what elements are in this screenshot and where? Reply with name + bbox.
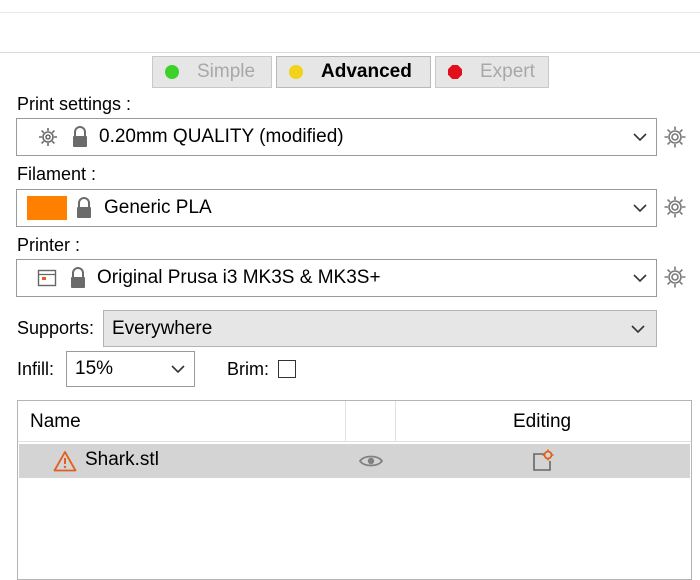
column-divider <box>395 401 396 441</box>
object-name: Shark.stl <box>85 449 159 470</box>
chevron-down-icon[interactable] <box>630 198 650 218</box>
object-list-header: Name Editing <box>18 401 691 442</box>
yellow-dot-icon <box>289 65 303 79</box>
color-swatch <box>27 196 67 220</box>
cog-icon <box>37 126 59 148</box>
printer-label: Printer : <box>17 235 81 255</box>
print-settings-combo[interactable]: 0.20mm QUALITY (modified) <box>16 118 657 156</box>
divider <box>0 12 700 13</box>
mode-expert-label: Expert <box>480 61 535 82</box>
infill-combo[interactable]: 15% <box>66 351 195 387</box>
object-list[interactable]: Name Editing Shark.stl <box>17 400 692 580</box>
brim-label: Brim: <box>227 359 269 379</box>
printer-value: Original Prusa i3 MK3S & MK3S+ <box>97 267 381 288</box>
eye-icon[interactable] <box>359 453 383 469</box>
print-settings-label: Print settings : <box>17 94 132 114</box>
top-toolbar-area <box>0 0 700 53</box>
mode-advanced-label: Advanced <box>321 61 412 82</box>
infill-value: 15% <box>75 358 114 379</box>
settings-gear-icon[interactable] <box>663 125 687 149</box>
lock-icon <box>69 267 87 289</box>
mode-advanced-button[interactable]: Advanced <box>276 56 431 88</box>
settings-gear-icon[interactable] <box>663 265 687 289</box>
filament-label: Filament : <box>17 164 97 184</box>
mode-simple-label: Simple <box>197 61 256 82</box>
printer-combo[interactable]: Original Prusa i3 MK3S & MK3S+ <box>16 259 657 297</box>
filament-combo[interactable]: Generic PLA <box>16 189 657 227</box>
supports-combo[interactable]: Everywhere <box>103 310 657 347</box>
infill-label: Infill: <box>17 359 55 379</box>
supports-label: Supports: <box>17 318 95 338</box>
mode-expert-button[interactable]: Expert <box>435 56 549 88</box>
print-settings-value: 0.20mm QUALITY (modified) <box>99 126 344 147</box>
table-row[interactable]: Shark.stl <box>19 444 690 478</box>
chevron-down-icon[interactable] <box>168 359 188 379</box>
settings-gear-icon[interactable] <box>663 195 687 219</box>
chevron-down-icon[interactable] <box>628 319 648 339</box>
lock-icon <box>75 197 93 219</box>
mode-simple-button[interactable]: Simple <box>152 56 272 88</box>
column-editing-header[interactable]: Editing <box>513 411 571 433</box>
chevron-down-icon[interactable] <box>630 268 650 288</box>
lock-icon <box>71 126 89 148</box>
column-name-header[interactable]: Name <box>30 411 81 433</box>
brim-checkbox[interactable] <box>278 360 296 378</box>
supports-value: Everywhere <box>112 317 213 339</box>
edit-settings-icon[interactable] <box>530 448 556 474</box>
warning-icon[interactable] <box>53 450 77 472</box>
green-dot-icon <box>165 65 179 79</box>
red-hexagon-icon <box>448 65 462 79</box>
column-divider <box>345 401 346 441</box>
chevron-down-icon[interactable] <box>630 127 650 147</box>
printer-icon <box>37 268 57 288</box>
filament-value: Generic PLA <box>104 197 212 218</box>
